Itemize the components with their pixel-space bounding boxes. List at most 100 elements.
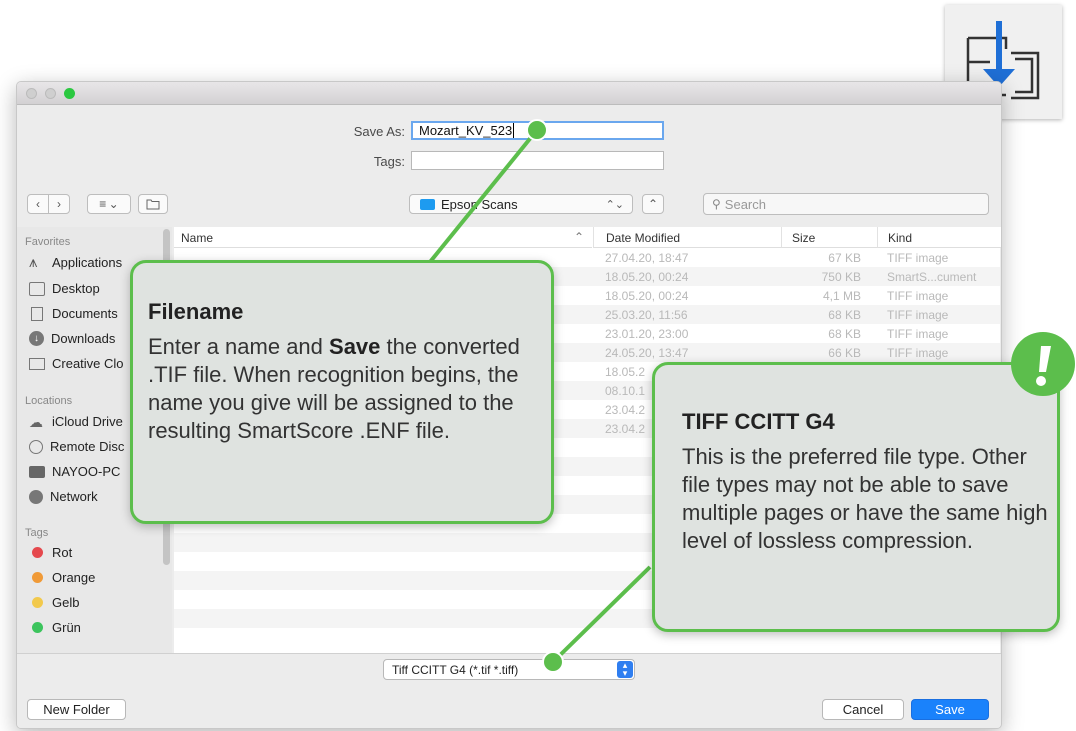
callout-title: Filename (148, 299, 244, 324)
sidebar-label: Network (50, 489, 98, 504)
sidebar-tag-gruen[interactable]: Grün (29, 620, 81, 635)
cell-date: 24.05.20, 13:47 (605, 346, 689, 360)
cancel-button[interactable]: Cancel (822, 699, 904, 720)
tags-heading: Tags (25, 527, 49, 539)
format-popup[interactable]: Tiff CCITT G4 (*.tif *.tiff) ▴ ▾ (383, 659, 635, 680)
cell-kind: TIFF image (887, 251, 949, 265)
cell-size: 4,1 MB (822, 289, 861, 303)
globe-icon (29, 489, 43, 504)
sort-chevron-icon: ⌃ (573, 230, 584, 244)
cell-size: 68 KB (828, 308, 861, 322)
column-label: Date Modified (606, 231, 681, 245)
callout-title: TIFF CCITT G4 (682, 409, 835, 434)
column-header-kind[interactable]: Kind (877, 227, 1001, 248)
save-as-label: Save As: (353, 124, 405, 139)
sidebar-item-applications[interactable]: ⩚ Applications (29, 253, 122, 271)
cell-date: 23.04.2 (605, 422, 646, 436)
sidebar-label: Grün (52, 620, 81, 635)
sidebar-item-network[interactable]: Network (29, 489, 98, 504)
disc-icon (29, 439, 43, 454)
folder-plus-icon (146, 199, 160, 209)
close-light[interactable] (26, 88, 37, 99)
documents-icon (31, 306, 43, 321)
computer-icon (29, 465, 45, 478)
save-as-input[interactable]: Mozart_KV_523 (411, 121, 664, 140)
callout-body: This is the preferred file type. Other f… (682, 444, 1048, 553)
exclamation-badge-icon (1011, 332, 1075, 396)
sidebar-item-nayoo-pc[interactable]: NAYOO-PC (29, 464, 120, 479)
sidebar-label: Creative Clo (52, 356, 124, 371)
sidebar-tag-orange[interactable]: Orange (29, 570, 95, 585)
back-button[interactable]: ‹ (27, 194, 49, 214)
callout-body: Enter a name and Save the converted .TIF… (148, 333, 543, 445)
favorites-heading: Favorites (25, 236, 71, 248)
cell-date: 23.04.2 (605, 403, 646, 417)
cell-kind: TIFF image (887, 346, 949, 360)
sidebar-label: Desktop (52, 281, 100, 296)
sidebar-tag-rot[interactable]: Rot (29, 545, 72, 560)
cell-date: 18.05.2 (605, 365, 646, 379)
desktop-icon (29, 281, 45, 296)
callout-bold-save: Save (329, 334, 381, 359)
tag-color-dot (32, 572, 43, 583)
tiff-callout: TIFF CCITT G4 This is the preferred file… (652, 362, 1060, 632)
collapse-button[interactable]: ⌃ (642, 194, 664, 214)
column-header-date[interactable]: Date Modified (593, 227, 781, 248)
filename-callout: Filename Enter a name and Save the conve… (130, 260, 554, 524)
tags-input[interactable] (411, 151, 664, 170)
sidebar-item-remote-disc[interactable]: Remote Disc (29, 439, 124, 454)
sidebar-label: Rot (52, 545, 73, 560)
cell-date: 18.05.20, 00:24 (605, 289, 689, 303)
folder-icon (29, 357, 45, 370)
tag-color-dot (32, 597, 43, 608)
search-field[interactable]: ⚲ Search (703, 193, 989, 215)
callout-line-start: Enter a name and (148, 334, 330, 359)
sidebar-tag-gelb[interactable]: Gelb (29, 595, 79, 610)
cell-date: 18.05.20, 00:24 (605, 270, 689, 284)
view-options-button[interactable]: ≡ ⌄ (87, 194, 131, 214)
minimize-light[interactable] (45, 88, 56, 99)
title-bar (17, 82, 1001, 105)
cell-kind: TIFF image (887, 327, 949, 341)
cell-date: 08.10.1 (605, 384, 646, 398)
column-header-size[interactable]: Size (781, 227, 877, 248)
chevron-updown-icon: ▴ ▾ (617, 661, 633, 678)
cell-date: 27.04.20, 18:47 (605, 251, 689, 265)
sidebar-label: Orange (52, 570, 96, 585)
column-label: Name (181, 231, 214, 245)
sidebar-item-creative-cloud[interactable]: Creative Clo (29, 356, 124, 371)
sidebar-item-documents[interactable]: Documents (29, 306, 118, 321)
column-label: Kind (888, 231, 913, 245)
location-label: Epson Scans (441, 196, 518, 212)
forward-button[interactable]: › (48, 194, 70, 214)
cloud-icon: ☁ (29, 413, 43, 430)
search-icon: ⚲ (712, 197, 721, 211)
save-button[interactable]: Save (911, 699, 989, 720)
sidebar-item-desktop[interactable]: Desktop (29, 281, 100, 296)
new-folder-button[interactable]: New Folder (27, 699, 126, 720)
search-placeholder: Search (724, 196, 766, 212)
sidebar-label: Documents (52, 306, 118, 321)
locations-heading: Locations (25, 395, 73, 407)
downloads-icon: ↓ (29, 331, 44, 346)
sidebar-item-icloud[interactable]: ☁ iCloud Drive (29, 414, 123, 429)
cell-size: 67 KB (828, 251, 861, 265)
column-header-name[interactable]: Name ⌃ (174, 227, 592, 248)
cell-date: 25.03.20, 11:56 (605, 308, 688, 322)
zoom-light[interactable] (64, 88, 75, 99)
new-folder-toolbar-button[interactable] (138, 194, 168, 214)
format-label: Tiff CCITT G4 (*.tif *.tiff) (392, 662, 519, 677)
applications-icon: ⩚ (29, 253, 38, 271)
folder-icon (420, 198, 435, 210)
cell-size: 750 KB (821, 270, 861, 284)
sidebar-label: Downloads (51, 331, 116, 346)
sidebar-label: Gelb (52, 595, 80, 610)
sidebar-label: Remote Disc (50, 439, 125, 454)
sidebar-item-downloads[interactable]: ↓ Downloads (29, 331, 115, 346)
cell-date: 23.01.20, 23:00 (605, 327, 689, 341)
location-popup[interactable]: Epson Scans ⌃⌄ (409, 194, 633, 214)
tags-label: Tags: (373, 154, 405, 169)
tag-color-dot (32, 547, 43, 558)
bottom-bar: Tiff CCITT G4 (*.tif *.tiff) ▴ ▾ New Fold… (17, 653, 1001, 728)
cell-kind: TIFF image (887, 308, 949, 322)
